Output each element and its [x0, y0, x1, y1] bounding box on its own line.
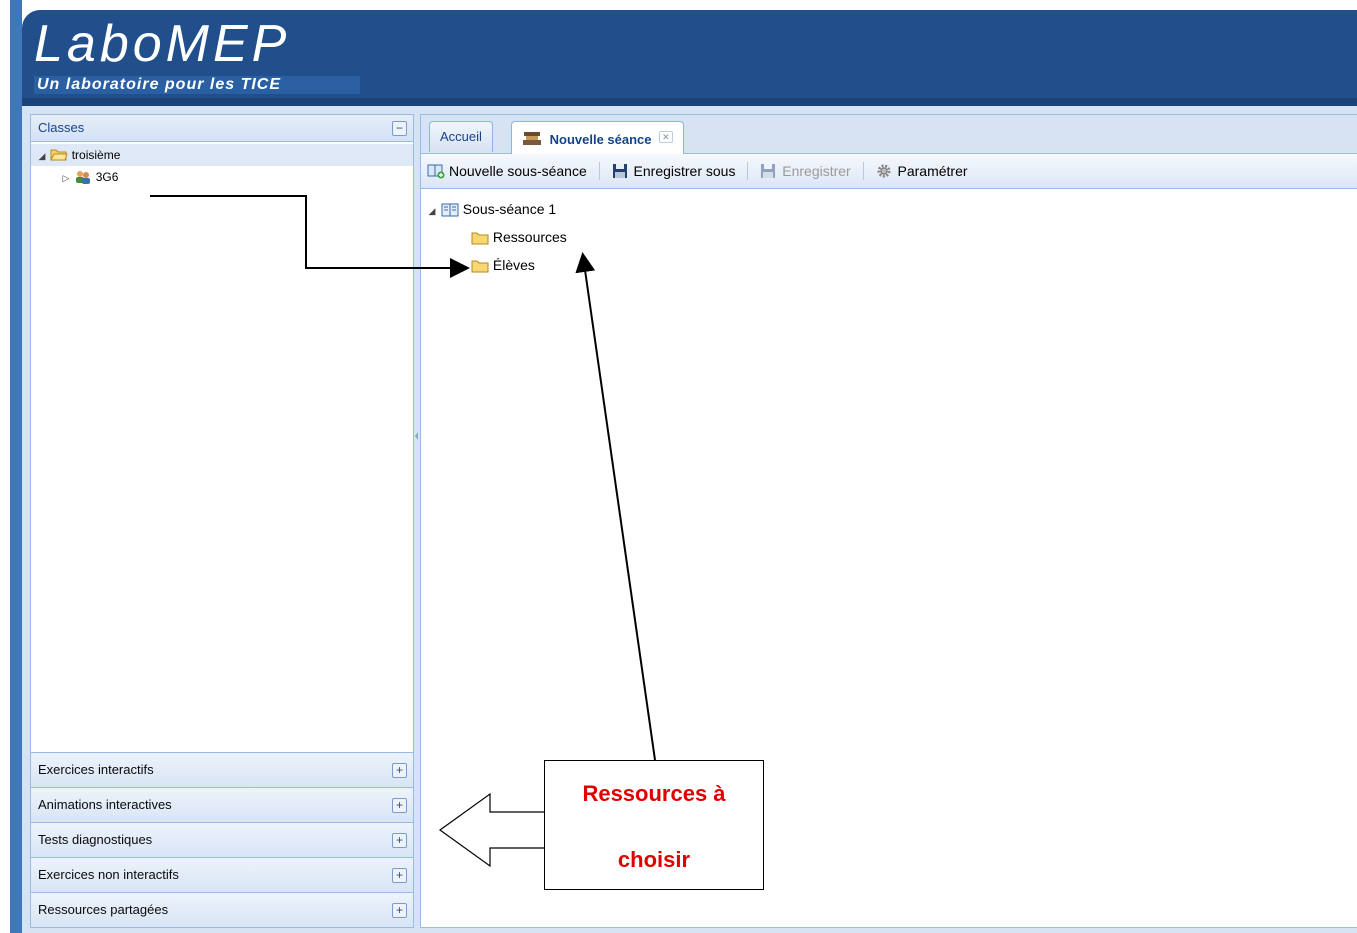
annotation-line-1: Ressources à [582, 781, 726, 806]
annotation-callout: Ressources à choisir [544, 760, 764, 890]
arrow-box-to-accordion [438, 792, 544, 868]
arrow-3g6-to-eleves [150, 195, 470, 278]
arrow-box-to-ressources [575, 252, 656, 761]
app-window: LaboMEP Un laboratoire pour les TICE Cla… [0, 0, 1357, 933]
annotation-line-2: choisir [617, 847, 691, 872]
